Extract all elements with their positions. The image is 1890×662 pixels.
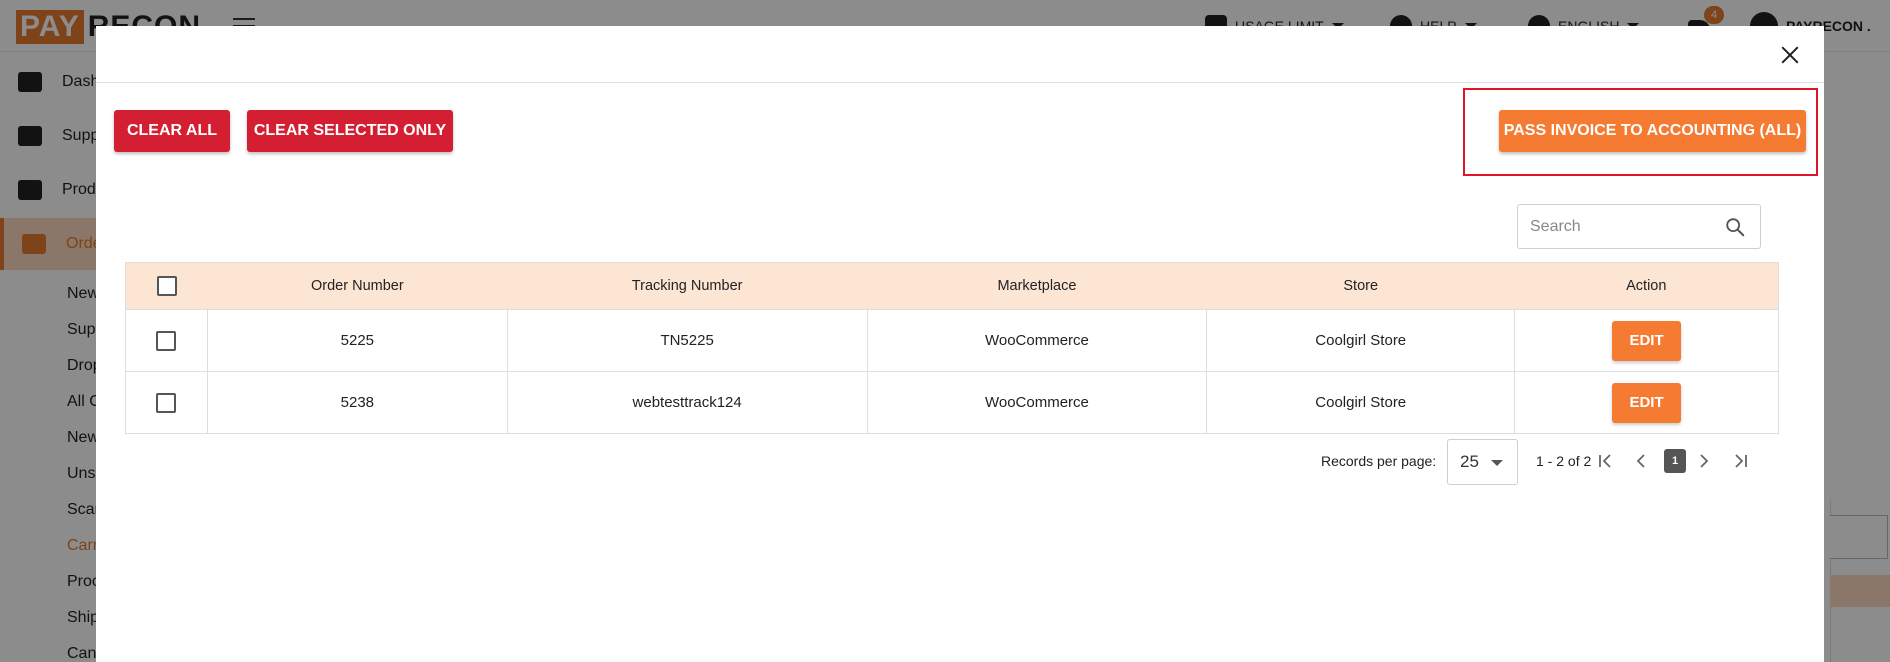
- action-cell: EDIT: [1514, 371, 1779, 434]
- tracking-number-cell: TN5225: [506, 309, 868, 372]
- row-checkbox[interactable]: [156, 392, 177, 413]
- records-per-page-label: Records per page:: [1321, 453, 1437, 469]
- clear-selected-only-button[interactable]: CLEAR SELECTED ONLY: [247, 110, 453, 152]
- last-page-icon[interactable]: [1730, 451, 1750, 471]
- search-icon[interactable]: [1724, 216, 1746, 238]
- orders-table: Order Number Tracking Number Marketplace…: [125, 262, 1779, 434]
- first-page-icon[interactable]: [1596, 451, 1616, 471]
- row-select-cell: [125, 309, 208, 372]
- column-header[interactable]: Marketplace: [867, 262, 1207, 310]
- search-box: [1517, 204, 1761, 249]
- table-row: 5238 webtesttrack124 WooCommerce Coolgir…: [125, 371, 1779, 434]
- table-row: 5225 TN5225 WooCommerce Coolgirl Store E…: [125, 309, 1779, 372]
- store-cell: Coolgirl Store: [1206, 371, 1515, 434]
- order-number-cell: 5238: [206, 371, 508, 434]
- previous-page-icon[interactable]: [1631, 451, 1651, 471]
- select-all-checkbox[interactable]: [156, 276, 177, 296]
- edit-button[interactable]: EDIT: [1612, 382, 1682, 423]
- marketplace-cell: WooCommerce: [866, 371, 1207, 434]
- pass-invoice-to-accounting-button[interactable]: PASS INVOICE TO ACCOUNTING (ALL): [1499, 110, 1806, 152]
- records-per-page-select[interactable]: 25: [1447, 439, 1518, 485]
- pagination-range: 1 - 2 of 2: [1536, 453, 1592, 469]
- action-cell: EDIT: [1514, 309, 1779, 372]
- column-header: Action: [1514, 262, 1779, 310]
- search-input[interactable]: [1530, 205, 1720, 248]
- modal-header: [96, 26, 1824, 83]
- records-per-page-value: 25: [1460, 452, 1479, 471]
- row-select-cell: [125, 371, 208, 434]
- table-header-row: Order Number Tracking Number Marketplace…: [125, 262, 1779, 310]
- column-header[interactable]: Tracking Number: [507, 262, 868, 310]
- select-all-cell: [125, 262, 208, 310]
- edit-button[interactable]: EDIT: [1612, 320, 1682, 361]
- tracking-number-cell: webtesttrack124: [506, 371, 868, 434]
- close-icon[interactable]: [1779, 44, 1801, 66]
- next-page-icon[interactable]: [1694, 451, 1714, 471]
- dropdown-arrow-icon: [1491, 460, 1503, 466]
- store-cell: Coolgirl Store: [1206, 309, 1515, 372]
- row-checkbox[interactable]: [156, 330, 177, 351]
- marketplace-cell: WooCommerce: [866, 309, 1207, 372]
- invoice-modal: CLEAR ALL CLEAR SELECTED ONLY PASS INVOI…: [96, 26, 1824, 662]
- column-header[interactable]: Order Number: [207, 262, 508, 310]
- current-page-button[interactable]: 1: [1664, 449, 1686, 473]
- clear-all-button[interactable]: CLEAR ALL: [114, 110, 230, 152]
- order-number-cell: 5225: [206, 309, 508, 372]
- column-header[interactable]: Store: [1206, 262, 1515, 310]
